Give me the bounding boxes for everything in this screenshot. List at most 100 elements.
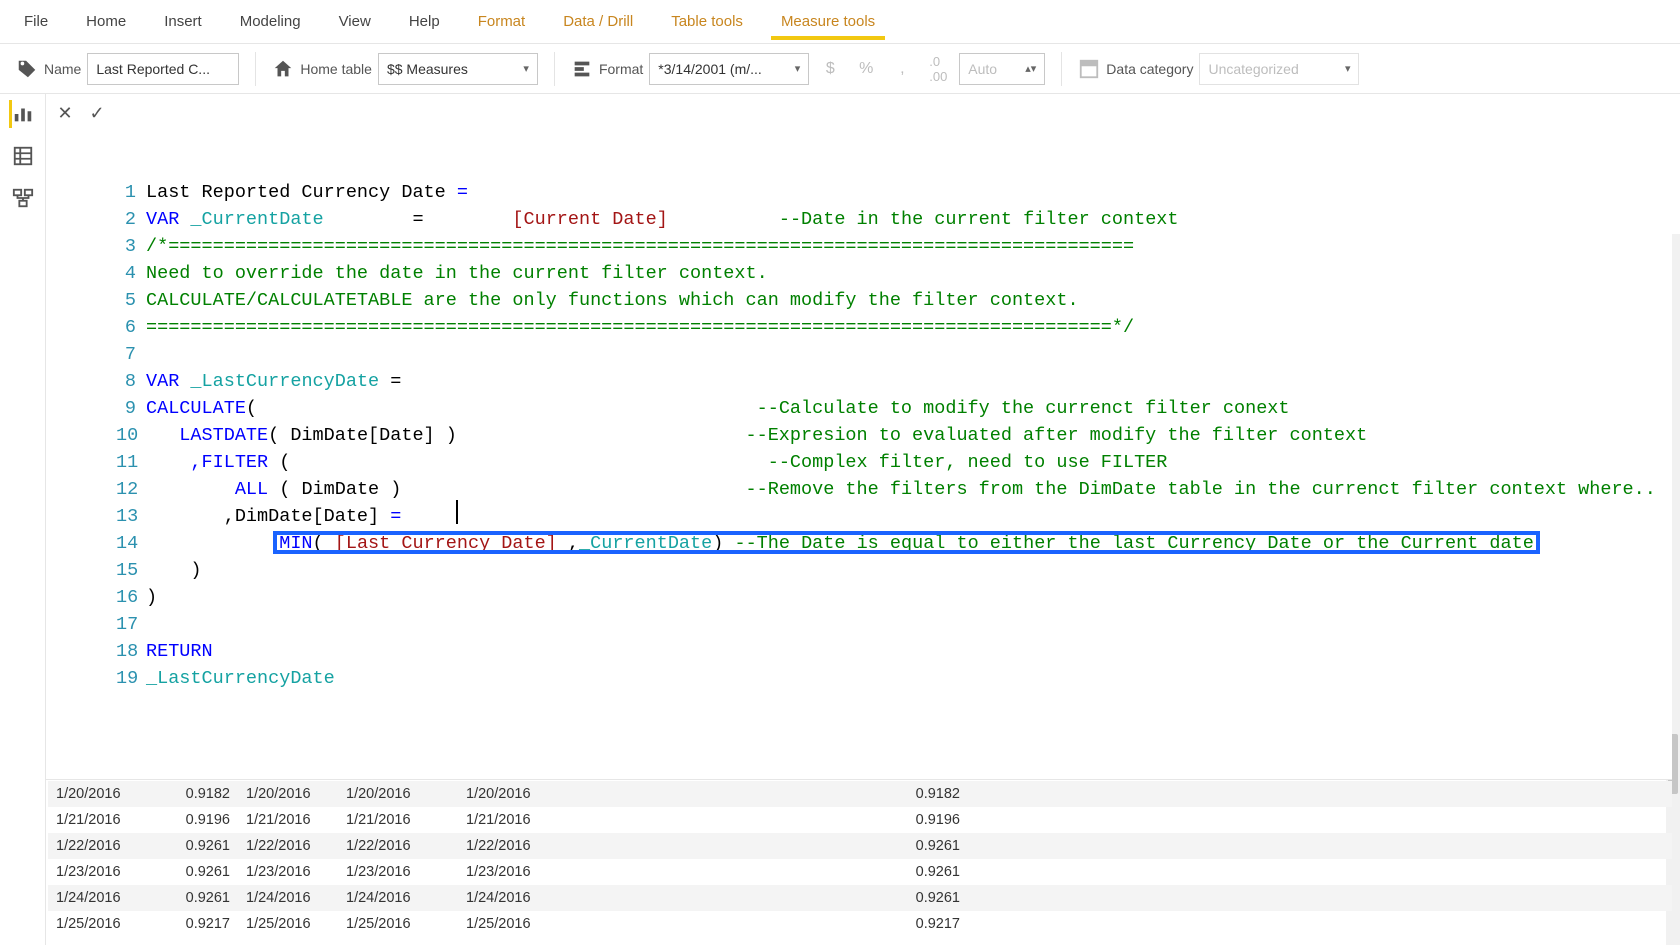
cell: 1/22/2016 bbox=[338, 838, 458, 854]
code-line: 3/*=====================================… bbox=[116, 233, 1672, 260]
code-line: 15 ) bbox=[116, 557, 1672, 584]
cell: 1/21/2016 bbox=[458, 812, 618, 828]
cancel-formula-button[interactable]: ✕ bbox=[52, 100, 78, 126]
group-format: Format *3/14/2001 (m/... ▾ $ % , .0.00 A… bbox=[563, 53, 1053, 85]
cell: 0.9196 bbox=[618, 812, 968, 828]
cell: 1/24/2016 bbox=[338, 890, 458, 906]
cell: 1/22/2016 bbox=[238, 838, 338, 854]
tab-home[interactable]: Home bbox=[68, 4, 144, 39]
cell: 1/25/2016 bbox=[48, 916, 148, 932]
commit-formula-button[interactable]: ✓ bbox=[84, 100, 110, 126]
code-line: 5CALCULATE/CALCULATETABLE are the only f… bbox=[116, 287, 1672, 314]
cell: 1/22/2016 bbox=[48, 838, 148, 854]
cell: 0.9217 bbox=[618, 916, 968, 932]
measure-name-input[interactable]: Last Reported C... bbox=[87, 53, 239, 85]
separator bbox=[1061, 52, 1062, 86]
tab-help[interactable]: Help bbox=[391, 4, 458, 39]
code-line: 9CALCULATE( --Calculate to modify the cu… bbox=[116, 395, 1672, 422]
cell: 1/20/2016 bbox=[338, 786, 458, 802]
cell: 0.9217 bbox=[148, 916, 238, 932]
code-line: 1Last Reported Currency Date = bbox=[116, 179, 1672, 206]
tab-table-tools[interactable]: Table tools bbox=[653, 4, 761, 39]
format-value: *3/14/2001 (m/... bbox=[658, 61, 762, 77]
thousands-button[interactable]: , bbox=[887, 54, 917, 84]
stepper-icon: ▴▾ bbox=[1025, 62, 1036, 75]
model-view-button[interactable] bbox=[9, 184, 37, 212]
percent-button[interactable]: % bbox=[851, 54, 881, 84]
tab-measure-tools[interactable]: Measure tools bbox=[763, 4, 893, 39]
data-category-label: Data category bbox=[1106, 61, 1193, 77]
table-row[interactable]: 1/23/20160.92611/23/20161/23/20161/23/20… bbox=[48, 859, 1672, 885]
table-row[interactable]: 1/22/20160.92611/22/20161/22/20161/22/20… bbox=[48, 833, 1672, 859]
data-view-button[interactable] bbox=[9, 142, 37, 170]
cell: 0.9261 bbox=[618, 838, 968, 854]
table-row[interactable]: 1/25/20160.92171/25/20161/25/20161/25/20… bbox=[48, 911, 1672, 937]
cell: 1/24/2016 bbox=[48, 890, 148, 906]
code-line: 10 LASTDATE( DimDate[Date] ) --Expresion… bbox=[116, 422, 1672, 449]
cell: 1/24/2016 bbox=[458, 890, 618, 906]
chevron-down-icon: ▾ bbox=[1345, 62, 1351, 75]
formula-bar: ✕ ✓ 1Last Reported Currency Date =2VAR _… bbox=[46, 94, 1672, 780]
table-row[interactable]: 1/24/20160.92611/24/20161/24/20161/24/20… bbox=[48, 885, 1672, 911]
format-select[interactable]: *3/14/2001 (m/... ▾ bbox=[649, 53, 809, 85]
tab-data-drill[interactable]: Data / Drill bbox=[545, 4, 651, 39]
cell: 1/20/2016 bbox=[458, 786, 618, 802]
cell: 0.9182 bbox=[618, 786, 968, 802]
group-data-category: Data category Uncategorized ▾ bbox=[1070, 53, 1367, 85]
cell: 1/23/2016 bbox=[458, 864, 618, 880]
cell: 1/23/2016 bbox=[48, 864, 148, 880]
code-line: 16) bbox=[116, 584, 1672, 611]
table-row[interactable]: 1/21/20160.91961/21/20161/21/20161/21/20… bbox=[48, 807, 1672, 833]
format-icon bbox=[571, 58, 593, 80]
code-line: 4Need to override the date in the curren… bbox=[116, 260, 1672, 287]
tab-format[interactable]: Format bbox=[460, 4, 544, 39]
cell: 1/21/2016 bbox=[338, 812, 458, 828]
format-label: Format bbox=[599, 61, 643, 77]
tab-view[interactable]: View bbox=[321, 4, 389, 39]
main-area: Sal Sup FullName Date ✕ ✓ 1Last Reported… bbox=[0, 94, 1680, 945]
tab-insert[interactable]: Insert bbox=[146, 4, 220, 39]
code-line: 14 MIN( [Last Currency Date] ,_CurrentDa… bbox=[116, 530, 1672, 557]
data-category-select[interactable]: Uncategorized ▾ bbox=[1199, 53, 1359, 85]
home-table-value: $$ Measures bbox=[387, 61, 468, 77]
cell: 1/25/2016 bbox=[458, 916, 618, 932]
view-rail bbox=[0, 94, 46, 945]
cell: 0.9196 bbox=[148, 812, 238, 828]
cell: 1/23/2016 bbox=[338, 864, 458, 880]
cell: 0.9261 bbox=[148, 864, 238, 880]
ribbon-tabs: File Home Insert Modeling View Help Form… bbox=[0, 0, 1680, 44]
cell: 1/22/2016 bbox=[458, 838, 618, 854]
separator bbox=[554, 52, 555, 86]
report-view-button[interactable] bbox=[9, 100, 37, 128]
decimal-icon[interactable]: .0.00 bbox=[923, 54, 953, 84]
tab-modeling[interactable]: Modeling bbox=[222, 4, 319, 39]
cell: 1/23/2016 bbox=[238, 864, 338, 880]
home-table-label: Home table bbox=[300, 61, 372, 77]
text-caret bbox=[456, 500, 458, 524]
group-home-table: Home table $$ Measures ▾ bbox=[264, 53, 546, 85]
decimal-places-value: Auto bbox=[968, 61, 997, 77]
code-line: 11 ,FILTER ( --Complex filter, need to u… bbox=[116, 449, 1672, 476]
cell: 1/25/2016 bbox=[338, 916, 458, 932]
group-name: Name Last Reported C... bbox=[8, 53, 247, 85]
decimal-places-input[interactable]: Auto ▴▾ bbox=[959, 53, 1045, 85]
code-line: 12 ALL ( DimDate ) --Remove the filters … bbox=[116, 476, 1672, 503]
code-line: 17 bbox=[116, 611, 1672, 638]
dax-editor[interactable]: 1Last Reported Currency Date =2VAR _Curr… bbox=[116, 94, 1672, 779]
code-line: 19_LastCurrencyDate bbox=[116, 665, 1672, 692]
code-line: 6=======================================… bbox=[116, 314, 1672, 341]
code-line: 7 bbox=[116, 341, 1672, 368]
data-category-value: Uncategorized bbox=[1208, 61, 1298, 77]
home-table-select[interactable]: $$ Measures ▾ bbox=[378, 53, 538, 85]
currency-button[interactable]: $ bbox=[815, 54, 845, 84]
chevron-down-icon: ▾ bbox=[795, 62, 801, 75]
separator bbox=[255, 52, 256, 86]
tab-file[interactable]: File bbox=[6, 4, 66, 39]
code-line: 2VAR _CurrentDate = [Current Date] --Dat… bbox=[116, 206, 1672, 233]
tag-icon bbox=[16, 58, 38, 80]
table-row[interactable]: 1/20/20160.91821/20/20161/20/20161/20/20… bbox=[48, 781, 1672, 807]
code-line: 18RETURN bbox=[116, 638, 1672, 665]
chevron-down-icon: ▾ bbox=[523, 62, 529, 75]
cell: 1/25/2016 bbox=[238, 916, 338, 932]
cell: 1/21/2016 bbox=[48, 812, 148, 828]
